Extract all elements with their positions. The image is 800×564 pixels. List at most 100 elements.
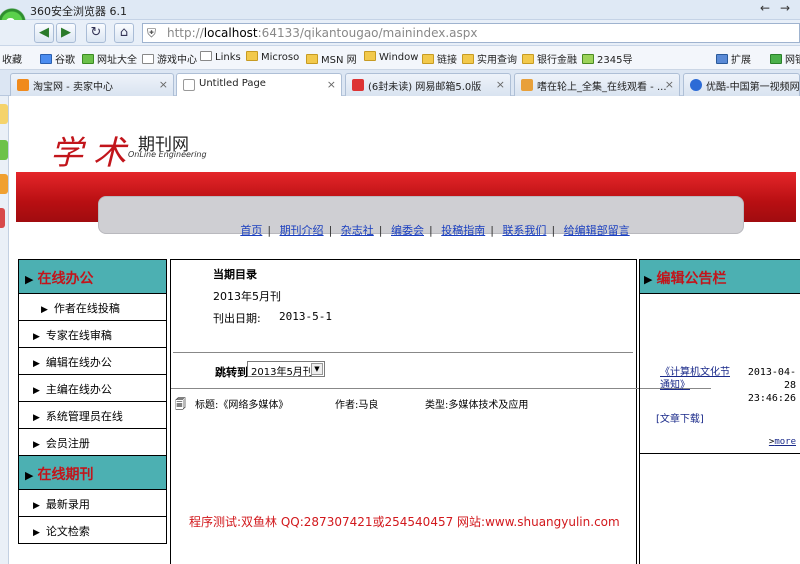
link-latest-accepted[interactable]: ▶ 最新录用 (19, 490, 166, 517)
link-chief-editor-office[interactable]: ▶ 主编在线办公 (19, 375, 166, 402)
arrow-right-icon: ▶ (41, 305, 48, 315)
window-back-icon[interactable]: ← (760, 1, 770, 15)
issue-date-value: 2013-5-1 (279, 310, 332, 323)
browser-sidebar (0, 96, 9, 564)
favorites-bar: 收藏 谷歌 网址大全 游戏中心 Links Microso MSN 网 Wind… (0, 46, 800, 70)
arrow-right-icon: ▶ (33, 386, 40, 396)
fav-netbank[interactable]: 网银 (770, 51, 800, 66)
forward-icon[interactable]: ▶ (56, 23, 76, 43)
issue-heading: 当期目录 (213, 268, 257, 281)
site-logo-text: 学术 (50, 133, 136, 172)
fav-links[interactable]: Links (200, 51, 241, 63)
arrow-right-icon: ▶ (33, 440, 40, 450)
fav-windows[interactable]: Window (364, 51, 418, 63)
tab-video[interactable]: 嗜在轮上_全集_在线观看 - ... × (514, 73, 680, 96)
shield-icon: ⛨ (147, 26, 157, 40)
fav-microsoft[interactable]: Microso (246, 51, 299, 63)
link-expert-review[interactable]: ▶ 专家在线审稿 (19, 321, 166, 348)
more-link[interactable]: >more (769, 437, 796, 447)
fav-extensions[interactable]: 扩展 (716, 51, 751, 66)
tab-youku[interactable]: 优酷-中国第一视频网站 (683, 73, 800, 96)
issue-select[interactable]: 2013年5月刊 ▼ (247, 361, 325, 378)
jump-label: 跳转到 (215, 366, 248, 379)
fav-site-directory[interactable]: 网址大全 (82, 51, 137, 66)
issue-name: 2013年5月刊 (213, 290, 281, 303)
nav-editorial-board[interactable]: 编委会 (391, 224, 424, 237)
close-icon[interactable]: × (159, 78, 168, 91)
section-online-office: ▶ 在线办公 (19, 260, 166, 294)
browser-title: 360安全浏览器 6.1 (30, 5, 127, 18)
sidebar-note-icon[interactable] (0, 208, 5, 228)
arrow-right-icon: ▶ (33, 413, 40, 423)
article-download-link[interactable]: [文章下载] (656, 410, 704, 425)
fav-utility[interactable]: 实用查询 (462, 51, 517, 66)
taobao-icon (17, 79, 29, 91)
nav-journal-intro[interactable]: 期刊介绍 (280, 224, 324, 237)
site-tagline: OnLine Engineering (128, 150, 207, 159)
fav-links-cn[interactable]: 链接 (422, 51, 457, 66)
tab-163-mail[interactable]: (6封未读) 网易邮箱5.0版 × (345, 73, 511, 96)
arrow-right-icon: ▶ (33, 332, 40, 342)
back-icon[interactable]: ◀ (34, 23, 54, 43)
main-nav: 首页 | 期刊介绍 | 杂志社 | 编委会 | 投稿指南 | 联系我们 | 给编辑部留言 (240, 224, 630, 237)
mail-icon (352, 79, 364, 91)
address-bar[interactable]: ⛨ http://localhost:64133/qikantougao/mai… (142, 23, 800, 43)
current-issue-panel: 当期目录 2013年5月刊 刊出日期: 2013-5-1 跳转到 2013年5月… (170, 259, 711, 564)
arrow-right-icon: ▶ (33, 528, 40, 538)
close-icon[interactable]: × (327, 78, 336, 91)
refresh-icon[interactable]: ↻ (86, 23, 106, 43)
close-icon[interactable]: × (665, 78, 674, 91)
address-url[interactable]: http://localhost:64133/qikantougao/maini… (167, 26, 478, 40)
page-icon (183, 79, 195, 91)
arrow-right-icon: ▶ (25, 273, 34, 286)
tab-bar: 淘宝网 - 卖家中心 × Untitled Page × (6封未读) 网易邮箱… (0, 70, 800, 97)
sidebar-star-icon[interactable] (0, 104, 8, 124)
fav-game-center[interactable]: 游戏中心 (142, 51, 197, 66)
arrow-right-icon: ▶ (644, 273, 653, 286)
browser-titlebar: 360安全浏览器 6.1 ← → (0, 0, 800, 20)
nav-home[interactable]: 首页 (240, 224, 262, 237)
article-icon: 🗐 (175, 398, 186, 411)
sidebar-app-icon[interactable] (0, 140, 8, 160)
notice-board: ▶ 编辑公告栏 《计算机文化节通知》 2013-04-28 23:46:26 [文… (639, 259, 800, 564)
browser-navbar: ◀ ▶ ↻ ⌂ ⛨ http://localhost:64133/qikanto… (0, 20, 800, 46)
article-type: 类型:多媒体技术及应用 (425, 400, 529, 411)
web-page: 学术 期刊网 OnLine Engineering 首页 | 期刊介绍 | 杂志社 |… (10, 96, 800, 564)
link-author-submit[interactable]: ▶ 作者在线投稿 (19, 294, 166, 321)
divider (173, 352, 633, 353)
youku-icon (690, 79, 702, 91)
fav-collect[interactable]: 收藏 (2, 51, 22, 66)
fav-msn[interactable]: MSN 网 (306, 51, 357, 66)
link-member-register[interactable]: ▶ 会员注册 (19, 429, 166, 456)
sidebar-weibo-icon[interactable] (0, 174, 8, 194)
home-icon[interactable]: ⌂ (114, 23, 134, 43)
nav-leave-message[interactable]: 给编辑部留言 (564, 224, 630, 237)
arrow-right-icon: ▶ (33, 359, 40, 369)
link-paper-search[interactable]: ▶ 论文检索 (19, 517, 166, 544)
nav-publisher[interactable]: 杂志社 (341, 224, 374, 237)
arrow-right-icon: ▶ (33, 501, 40, 511)
footer-note: 程序测试:双鱼林 QQ:287307421或254540457 网站:www.s… (189, 515, 620, 529)
nav-submission-guide[interactable]: 投稿指南 (441, 224, 485, 237)
link-editor-office[interactable]: ▶ 编辑在线办公 (19, 348, 166, 375)
divider (171, 388, 711, 389)
notice-link[interactable]: 《计算机文化节通知》 (660, 366, 736, 392)
link-sysadmin[interactable]: ▶ 系统管理员在线 (19, 402, 166, 429)
issue-date-label: 刊出日期: (213, 312, 261, 325)
nav-contact[interactable]: 联系我们 (502, 224, 546, 237)
tab-untitled-page[interactable]: Untitled Page × (176, 73, 342, 97)
article-author: 作者:马良 (335, 400, 379, 411)
video-site-icon (521, 79, 533, 91)
notice-heading: ▶ 编辑公告栏 (640, 260, 800, 294)
fav-google[interactable]: 谷歌 (40, 51, 75, 66)
window-forward-icon[interactable]: → (780, 1, 790, 15)
fav-bank[interactable]: 银行金融 (522, 51, 577, 66)
article-title[interactable]: 标题:《网络多媒体》 (195, 396, 288, 411)
left-sidebar: ▶ 在线办公 ▶ 作者在线投稿 ▶ 专家在线审稿 ▶ 编辑在线办公 ▶ 主编在线办公 ▶ 系… (18, 259, 167, 544)
close-icon[interactable]: × (496, 78, 505, 91)
fav-2345[interactable]: 2345导 (582, 51, 632, 66)
section-online-journal: ▶ 在线期刊 (19, 456, 166, 490)
chevron-down-icon[interactable]: ▼ (311, 363, 323, 375)
notice-date: 2013-04-28 23:46:26 (747, 367, 796, 404)
tab-taobao[interactable]: 淘宝网 - 卖家中心 × (10, 73, 174, 96)
